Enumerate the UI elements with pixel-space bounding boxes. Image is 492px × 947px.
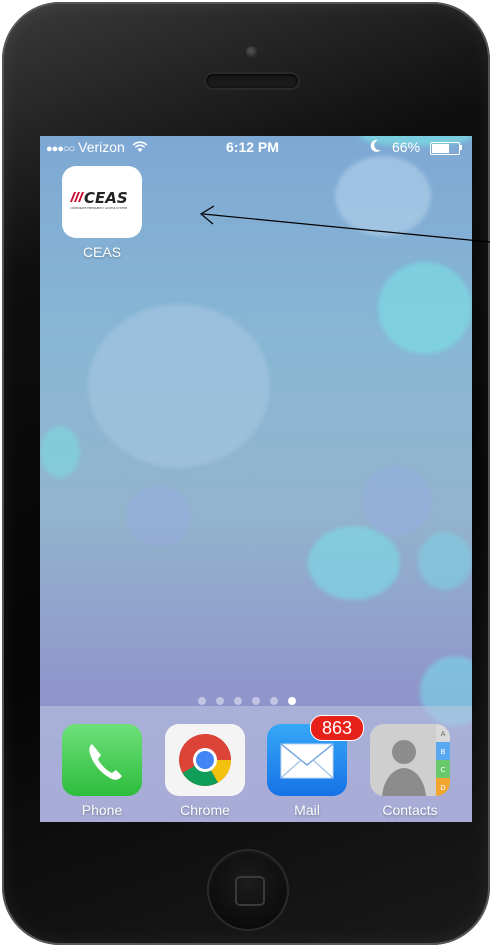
annotation-arrow xyxy=(199,205,491,243)
